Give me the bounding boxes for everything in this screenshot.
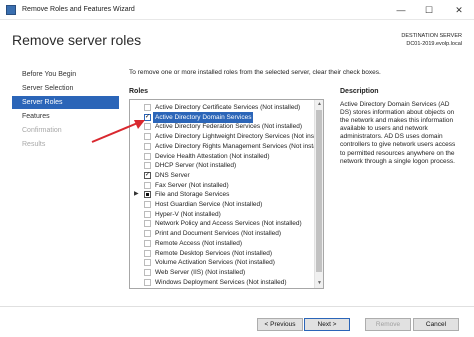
- role-checkbox[interactable]: [144, 220, 151, 228]
- destination-server-label: DESTINATION SERVER: [401, 33, 462, 39]
- role-label: Device Health Attestation (Not installed…: [155, 152, 270, 160]
- role-list-item[interactable]: Device Health Attestation (Not installed…: [130, 151, 314, 162]
- destination-server-name: DC01-2019.evolp.local: [406, 41, 462, 47]
- next-button[interactable]: Next >: [304, 318, 350, 331]
- window-title: Remove Roles and Features Wizard: [22, 6, 135, 13]
- roles-list[interactable]: Windows Deployment Services (Not install…: [129, 99, 324, 289]
- role-list-item[interactable]: Active Directory Rights Management Servi…: [130, 141, 323, 152]
- scroll-down-icon[interactable]: ▼: [315, 279, 323, 288]
- role-list-item[interactable]: DHCP Server (Not installed): [130, 160, 314, 171]
- description-text: Active Directory Domain Services (AD DS)…: [340, 101, 456, 165]
- role-label: Fax Server (Not installed): [155, 181, 229, 189]
- role-label: Active Directory Rights Management Servi…: [155, 142, 324, 150]
- maximize-button[interactable]: ☐: [414, 0, 444, 20]
- nav-item-server-roles[interactable]: Server Roles: [12, 96, 119, 109]
- role-label: Active Directory Federation Services (No…: [155, 123, 303, 131]
- role-label: Network Policy and Access Services (Not …: [155, 220, 302, 228]
- role-list-item[interactable]: Hyper-V (Not installed): [130, 209, 314, 220]
- remove-button[interactable]: Remove: [365, 318, 411, 331]
- role-list-item[interactable]: ✓ Active Directory Domain Services: [130, 111, 314, 123]
- role-checkbox[interactable]: [144, 268, 151, 276]
- role-checkbox[interactable]: [144, 278, 151, 286]
- minimize-button[interactable]: —: [386, 0, 416, 20]
- scroll-thumb[interactable]: [316, 110, 322, 272]
- description-heading: Description: [340, 88, 379, 95]
- role-list-item[interactable]: Remote Access (Not installed): [130, 238, 314, 249]
- role-checkbox[interactable]: [144, 259, 151, 267]
- role-label: DHCP Server (Not installed): [155, 162, 237, 170]
- role-list-item[interactable]: Network Policy and Access Services (Not …: [130, 218, 314, 229]
- role-list-item[interactable]: Active Directory Lightweight Directory S…: [130, 131, 323, 142]
- role-label: Active Directory Certificate Services (N…: [155, 104, 301, 111]
- role-label: Print and Document Services (Not install…: [155, 230, 282, 238]
- roles-heading: Roles: [129, 88, 149, 95]
- role-label: Volume Activation Services (Not installe…: [155, 259, 275, 267]
- intro-text: To remove one or more installed roles fr…: [129, 69, 381, 76]
- role-list-item[interactable]: Remote Desktop Services (Not installed): [130, 248, 314, 259]
- role-checkbox[interactable]: [144, 152, 151, 160]
- role-checkbox[interactable]: ✓: [144, 171, 151, 179]
- role-checkbox[interactable]: [144, 191, 151, 199]
- role-checkbox[interactable]: [144, 210, 151, 218]
- role-label: DNS Server: [155, 171, 190, 179]
- role-list-item[interactable]: Fax Server (Not installed): [130, 180, 314, 191]
- role-checkbox[interactable]: [144, 230, 151, 238]
- role-checkbox[interactable]: [144, 239, 151, 247]
- scroll-up-icon[interactable]: ▲: [315, 100, 323, 109]
- role-checkbox[interactable]: [144, 181, 151, 189]
- expand-arrow-icon[interactable]: ▶: [134, 189, 139, 200]
- role-list-item[interactable]: Host Guardian Service (Not installed): [130, 199, 314, 210]
- role-label: Windows Deployment Services (Not install…: [155, 278, 287, 286]
- role-list-item[interactable]: Windows Deployment Services (Not install…: [130, 277, 314, 288]
- annotation-arrow-icon: [91, 120, 145, 143]
- close-button[interactable]: ✕: [444, 0, 474, 20]
- cancel-button[interactable]: Cancel: [413, 318, 459, 331]
- role-label: File and Storage Services: [155, 191, 230, 199]
- role-list-item[interactable]: Active Directory Certificate Services (N…: [130, 102, 314, 113]
- roles-scrollbar[interactable]: ▲ ▼: [314, 100, 323, 288]
- wizard-app-icon: [6, 5, 16, 15]
- role-list-item[interactable]: Volume Activation Services (Not installe…: [130, 257, 314, 268]
- role-label: Remote Desktop Services (Not installed): [155, 249, 273, 257]
- footer-divider: [0, 306, 474, 307]
- role-checkbox[interactable]: [144, 162, 151, 170]
- destination-server: DESTINATION SERVER DC01-2019.evolp.local: [401, 32, 462, 48]
- previous-button[interactable]: < Previous: [257, 318, 303, 331]
- title-bar: Remove Roles and Features Wizard — ☐ ✕: [0, 0, 474, 20]
- nav-item-server-selection[interactable]: Server Selection: [12, 82, 119, 95]
- role-list-item[interactable]: Web Server (IIS) (Not installed): [130, 267, 314, 278]
- role-list-item[interactable]: Print and Document Services (Not install…: [130, 228, 314, 239]
- role-checkbox[interactable]: [144, 249, 151, 257]
- role-label: Remote Access (Not installed): [155, 239, 243, 247]
- role-checkbox[interactable]: [144, 201, 151, 208]
- role-label: Host Guardian Service (Not installed): [155, 201, 263, 208]
- role-label: Active Directory Lightweight Directory S…: [155, 133, 324, 141]
- role-label: Hyper-V (Not installed): [155, 210, 221, 218]
- role-list-item[interactable]: ✓ DNS Server: [130, 170, 314, 181]
- role-list-item[interactable]: ▶ File and Storage Services: [130, 189, 314, 200]
- role-label: Web Server (IIS) (Not installed): [155, 268, 246, 276]
- nav-item-before-you-begin[interactable]: Before You Begin: [12, 68, 119, 81]
- page-title: Remove server roles: [12, 32, 142, 48]
- role-label: Active Directory Domain Services: [153, 111, 254, 123]
- role-list-item[interactable]: Active Directory Federation Services (No…: [130, 121, 314, 132]
